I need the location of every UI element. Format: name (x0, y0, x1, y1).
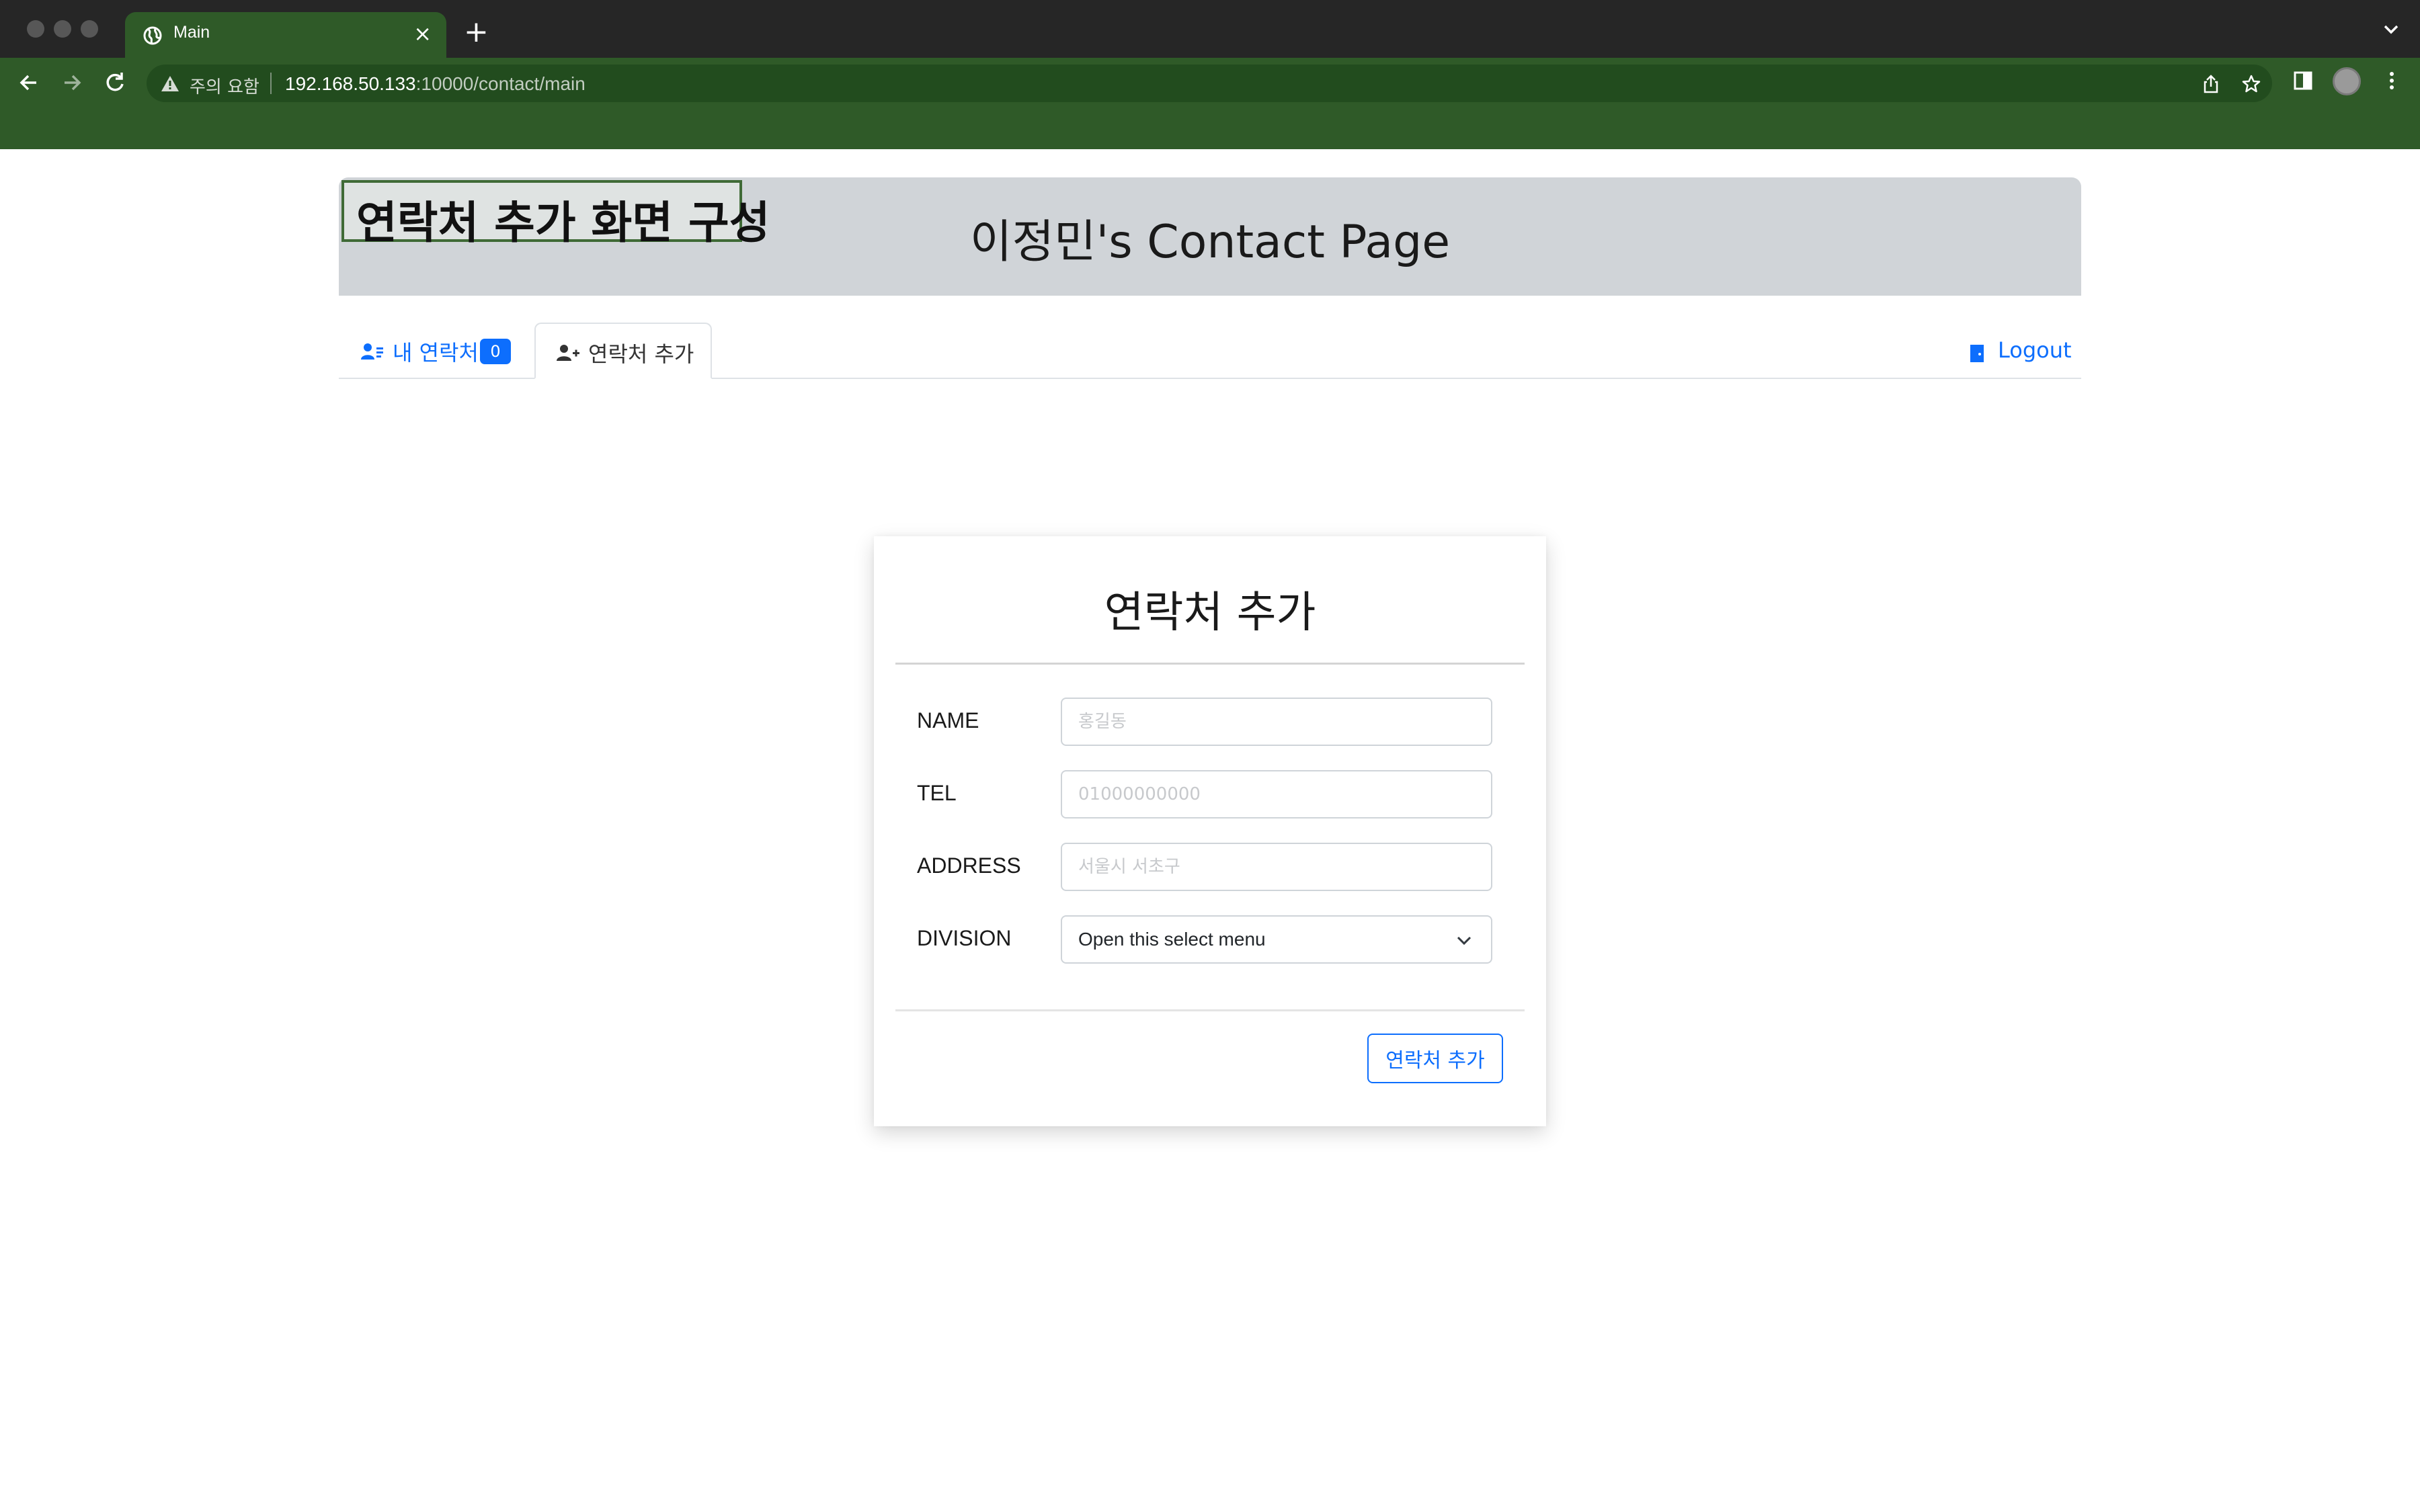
division-select-value: Open this select menu (1078, 929, 1266, 950)
tab-my-contacts-label: 내 연락처 (393, 340, 479, 366)
tab-my-contacts[interactable]: 내 연락처 0 (339, 323, 532, 378)
window-zoom-control[interactable] (81, 20, 98, 38)
kebab-menu-icon[interactable] (2380, 69, 2404, 93)
add-contact-button[interactable]: 연락처 추가 (1367, 1034, 1503, 1083)
contact-count-badge: 0 (480, 339, 511, 364)
name-label: NAME (917, 708, 979, 732)
tel-input[interactable] (1061, 770, 1492, 818)
chevron-down-icon (1457, 936, 1471, 946)
annotation-label: 연락처 추가 화면 구성 (341, 180, 770, 249)
url-host: 192.168.50.133 (285, 73, 416, 94)
division-label: DIVISION (917, 926, 1012, 950)
tab-add-contact-label: 연락처 추가 (588, 341, 694, 367)
profile-avatar-icon[interactable] (2333, 67, 2361, 95)
browser-tab-title: Main (173, 23, 210, 42)
browser-tab-bar: Main × + (0, 0, 2420, 59)
new-tab-button[interactable]: + (464, 17, 489, 47)
address-label: ADDRESS (917, 853, 1021, 878)
star-icon[interactable] (2241, 74, 2261, 94)
card-divider-bottom (895, 1009, 1525, 1011)
add-contact-card: 연락처 추가 NAME TEL ADDRESS DIVISION Open th… (874, 536, 1546, 1126)
annotation-text: 연락처 추가 화면 구성 (356, 197, 770, 249)
share-icon[interactable] (2201, 74, 2221, 94)
address-separator (270, 73, 272, 94)
side-panel-icon[interactable] (2291, 69, 2315, 93)
security-status-label[interactable]: 주의 요함 (190, 73, 259, 98)
add-person-icon (557, 345, 579, 361)
browser-tab[interactable]: Main × (125, 12, 446, 59)
contact-list-icon (361, 343, 383, 360)
name-input[interactable] (1061, 698, 1492, 746)
door-icon (1970, 345, 1984, 362)
address-bar[interactable]: 주의 요함 192.168.50.133:10000/contact/main (147, 65, 2272, 102)
reload-icon[interactable] (102, 70, 128, 95)
tel-label: TEL (917, 781, 957, 805)
logout-label: Logout (1998, 337, 2072, 363)
globe-icon (143, 26, 162, 45)
card-title: 연락처 추가 (1104, 588, 1316, 638)
url-path: :10000/contact/main (415, 73, 586, 94)
back-arrow-icon[interactable] (16, 70, 42, 95)
tab-search-chevron-icon[interactable] (2382, 23, 2400, 36)
window-close-control[interactable] (27, 20, 44, 38)
forward-arrow-icon[interactable] (59, 70, 85, 95)
division-select[interactable]: Open this select menu (1061, 915, 1492, 964)
browser-toolbar: 주의 요함 192.168.50.133:10000/contact/main (0, 58, 2420, 149)
tab-add-contact[interactable]: 연락처 추가 (534, 323, 712, 379)
address-input[interactable] (1061, 843, 1492, 891)
window-minimize-control[interactable] (54, 20, 71, 38)
card-divider-top (895, 663, 1525, 665)
tab-close-icon[interactable]: × (413, 20, 432, 47)
warning-icon[interactable] (160, 74, 180, 93)
url-text[interactable]: 192.168.50.133:10000/contact/main (285, 73, 586, 95)
